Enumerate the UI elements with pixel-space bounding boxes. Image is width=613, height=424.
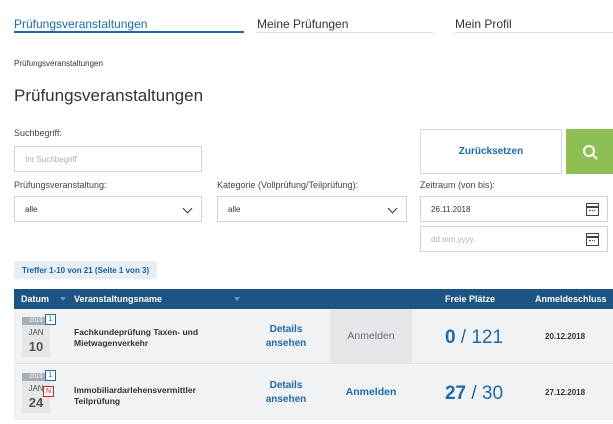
- event-select-value: alle: [25, 204, 38, 214]
- count-badge: 1: [45, 370, 56, 381]
- category-select[interactable]: alle: [217, 196, 407, 222]
- column-seats: Freie Plätze: [445, 294, 496, 304]
- tab-divider: [257, 32, 433, 33]
- date-from-input[interactable]: 26.11.2018: [420, 196, 608, 222]
- category-filter-label: Kategorie (Vollprüfung/Teilprüfung):: [217, 180, 359, 190]
- top-navigation: Prüfungsveranstaltungen Meine Prüfungen …: [0, 0, 613, 34]
- calendar-icon[interactable]: [586, 203, 599, 216]
- details-link[interactable]: Details ansehen: [256, 323, 316, 351]
- category-select-value: alle: [228, 204, 241, 214]
- details-link[interactable]: Details ansehen: [256, 379, 316, 407]
- calendar-icon[interactable]: [586, 233, 599, 246]
- event-select[interactable]: alle: [14, 196, 202, 222]
- event-name: Fachkundeprüfung Taxen- und Mietwagenver…: [74, 327, 199, 348]
- page-title: Prüfungsveranstaltungen: [14, 86, 204, 105]
- date-month: JAN: [28, 328, 44, 337]
- date-to-placeholder: dd.mm.yyyy: [431, 234, 474, 244]
- sort-icon[interactable]: [60, 297, 66, 301]
- search-input[interactable]: Ihr Suchbegriff: [14, 146, 202, 172]
- search-label: Suchbegriff:: [14, 128, 62, 138]
- date-to-input[interactable]: dd.mm.yyyy: [420, 226, 608, 252]
- results-count: Treffer 1-10 von 21 (Seite 1 von 3): [14, 261, 158, 279]
- table-header: Datum Veranstaltungsname Freie Plätze An…: [14, 289, 613, 309]
- reset-button[interactable]: Zurücksetzen: [420, 129, 562, 174]
- column-deadline: Anmeldeschluss: [535, 294, 607, 304]
- deadline: 20.12.2018: [545, 332, 586, 341]
- date-day: 10: [28, 339, 44, 354]
- date-from-value: 26.11.2018: [431, 204, 471, 214]
- tab-mein-profil[interactable]: Mein Profil: [455, 17, 512, 31]
- active-tab-indicator: [14, 31, 244, 33]
- event-name: Immobiliardarlehensvermittler Teilprüfun…: [74, 385, 196, 406]
- row-divider: [14, 363, 613, 364]
- count-badge: 1: [45, 314, 56, 325]
- free-seats: 0 / 121: [444, 327, 504, 348]
- table-row: 2019 JAN 24 1 N Immobiliardarlehensvermi…: [14, 365, 613, 420]
- column-name[interactable]: Veranstaltungsname: [74, 294, 162, 304]
- date-day: 24: [28, 395, 44, 410]
- breadcrumb: Prüfungsveranstaltungen: [14, 59, 103, 68]
- table-row: 2019 JAN 10 1 Fachkundeprüfung Taxen- un…: [14, 309, 613, 364]
- deadline: 27.12.2018: [545, 388, 586, 397]
- event-filter-label: Prüfungsveranstaltung:: [14, 180, 107, 190]
- search-icon: [582, 144, 597, 159]
- search-button[interactable]: [566, 129, 613, 174]
- period-label: Zeitraum (von bis):: [420, 180, 496, 190]
- register-button: Anmelden: [330, 309, 412, 363]
- tab-meine-pruefungen[interactable]: Meine Prüfungen: [257, 17, 348, 31]
- chevron-down-icon: [387, 203, 398, 214]
- chevron-down-icon: [182, 203, 193, 214]
- tab-pruefungsveranstaltungen[interactable]: Prüfungsveranstaltungen: [14, 17, 147, 31]
- register-button[interactable]: Anmelden: [330, 365, 412, 419]
- free-seats: 27 / 30: [444, 383, 504, 404]
- tab-divider: [455, 32, 613, 33]
- column-date[interactable]: Datum: [21, 294, 49, 304]
- new-badge: N: [43, 386, 54, 397]
- sort-icon[interactable]: [234, 297, 240, 301]
